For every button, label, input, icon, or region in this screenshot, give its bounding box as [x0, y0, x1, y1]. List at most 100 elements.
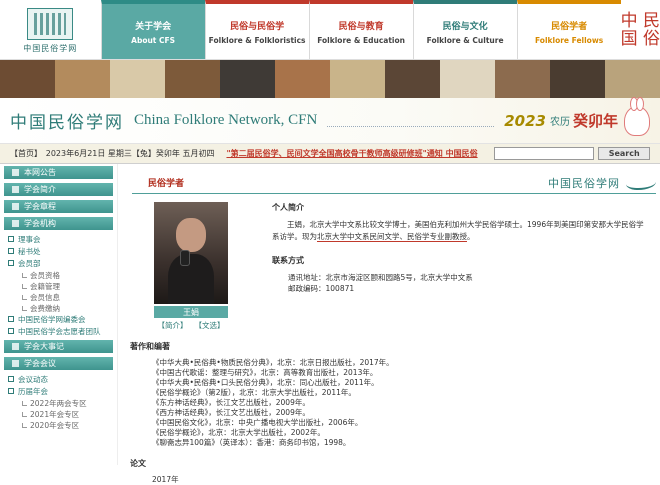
sidebar-item-council[interactable]: 理事会	[8, 234, 113, 244]
contact-heading: 联系方式	[272, 256, 304, 265]
bullet-icon	[12, 169, 19, 176]
contact-address: 通讯地址：北京市海淀区颐和园路5号，北京大学中文系	[288, 273, 473, 282]
section-header: 民俗学者 中国民俗学网	[132, 172, 656, 194]
sidebar-head-label: 学会简介	[24, 185, 56, 194]
tree-branch-icon	[22, 400, 27, 406]
work-item: 《西方神话经典》，长江文艺出版社，2009年。	[152, 408, 310, 417]
bullet-icon	[12, 203, 19, 210]
sidebar-head-meetings[interactable]: 学会会议	[4, 357, 113, 370]
sidebar-item-2022[interactable]: 2022年两会专区	[22, 398, 113, 408]
sidebar-item-label: 历届年会	[18, 386, 48, 396]
site-logo[interactable]: 中国民俗学网	[0, 0, 101, 59]
papers-heading: 论文	[130, 459, 146, 468]
rabbit-mascot-icon	[624, 96, 650, 136]
work-item: 《中华大典•民俗典•口头民俗分典》，北京：同心出版社，2011年。	[152, 378, 379, 387]
bio-text: 王娟，北京大学中文系比较文学博士，美国伯克利加州大学民俗学硕士。1996年到美国…	[272, 219, 648, 243]
tree-branch-icon	[22, 305, 27, 311]
tree-branch-icon	[22, 294, 27, 300]
scholar-name: 王娟	[154, 306, 228, 318]
sidebar-item-dues[interactable]: 会费缴纳	[22, 303, 113, 313]
header-lunar-year: 癸卯年	[572, 112, 618, 130]
sidebar-head-intro[interactable]: 学会简介	[4, 183, 113, 196]
sidebar-head-organization[interactable]: 学会机构	[4, 217, 113, 230]
expand-box-icon	[8, 328, 14, 334]
bullet-icon	[12, 343, 19, 350]
search-input[interactable]	[494, 147, 595, 160]
sidebar-head-events[interactable]: 学会大事记	[4, 340, 113, 353]
nav-folklore[interactable]: 民俗与民俗学 Folklore & Folkloristics	[204, 0, 309, 59]
microphone-icon	[180, 250, 190, 266]
tree-branch-icon	[22, 422, 27, 428]
sidebar-item-secretariat[interactable]: 秘书处	[8, 246, 113, 256]
logo-text: 中国民俗学网	[23, 43, 78, 53]
nav-fellows-en: Folklore Fellows	[534, 35, 604, 45]
sidebar-head-charter[interactable]: 学会章程	[4, 200, 113, 213]
sidebar-item-editorial[interactable]: 中国民俗学网编委会	[8, 314, 113, 324]
sidebar: 本网公告 学会简介 学会章程 学会机构 理事会 秘书处 会员部 会员资格 会籍管…	[0, 164, 118, 465]
top-nav: 中国民俗学网 关于学会 About CFS 民俗与民俗学 Folklore & …	[0, 0, 660, 60]
sidebar-item-annual-meetings[interactable]: 历届年会	[8, 386, 113, 396]
articles-link[interactable]: 【文选】	[195, 320, 225, 331]
sidebar-item-membership[interactable]: 会员资格	[22, 270, 113, 280]
nav-folklore-zh: 民俗与民俗学	[230, 21, 285, 32]
works-section: 著作和编著 《中华大典•民俗典•物质民俗分典》，北京：北京日报出版社，2017年…	[130, 341, 660, 485]
nav-about-en: About CFS	[131, 35, 176, 45]
expand-box-icon	[8, 316, 14, 322]
header-year: 2023	[504, 111, 546, 130]
sidebar-item-member-info[interactable]: 会员信息	[22, 292, 113, 302]
section-logo: 中国民俗学网	[548, 176, 620, 190]
nav-fellows-zh: 民俗学者	[551, 21, 588, 32]
horse-emblem-icon	[626, 176, 656, 190]
sidebar-item-members[interactable]: 会员部	[8, 258, 113, 268]
sidebar-head-label: 学会大事记	[24, 342, 64, 351]
intro-link[interactable]: 【简介】	[158, 320, 188, 331]
nav-culture-en: Folklore & Culture	[426, 35, 504, 45]
tree-branch-icon	[22, 283, 27, 289]
marquee-text[interactable]: "第二届民俗学、民间文学全国高校骨干教师高级研修班"通知 中国民俗	[226, 149, 477, 158]
corner-seal-logo[interactable]: 中 民 国 俗	[621, 0, 660, 59]
nav-culture[interactable]: 民俗与文化 Folklore & Culture	[412, 0, 517, 59]
sidebar-item-label: 中国民俗学会志愿者团队	[18, 326, 101, 336]
expand-box-icon	[8, 388, 14, 394]
nav-education-en: Folklore & Education	[317, 35, 405, 45]
sidebar-item-label: 会员资格	[30, 270, 60, 280]
sidebar-head-label: 学会会议	[24, 359, 56, 368]
nav-about-zh: 关于学会	[135, 21, 172, 32]
news-marquee[interactable]: "第二届民俗学、民间文学全国高校骨干教师高级研修班"通知 中国民俗	[226, 148, 486, 159]
sidebar-item-label: 会费缴纳	[30, 303, 60, 313]
tree-branch-icon	[22, 272, 27, 278]
sidebar-item-2020[interactable]: 2020年会专区	[22, 420, 113, 430]
expand-box-icon	[8, 376, 14, 382]
search-button[interactable]: Search	[598, 147, 650, 160]
section-title: 民俗学者	[148, 179, 185, 189]
sidebar-item-registry[interactable]: 会籍管理	[22, 281, 113, 291]
sidebar-head-announcements[interactable]: 本网公告	[4, 166, 113, 179]
bio-highlight: 北京大学中文系民间文学、民俗学专业副教授	[317, 232, 467, 242]
nav-culture-zh: 民俗与文化	[442, 21, 488, 32]
work-item: 《中华大典•民俗典•物质民俗分典》，北京：北京日报出版社，2017年。	[152, 358, 394, 367]
bullet-icon	[12, 220, 19, 227]
home-link[interactable]: 【首页】	[10, 148, 42, 159]
sidebar-item-label: 会议动态	[18, 374, 48, 384]
sidebar-item-label: 会员信息	[30, 292, 60, 302]
expand-box-icon	[8, 260, 14, 266]
header-divider	[327, 115, 495, 127]
sidebar-item-meeting-news[interactable]: 会议动态	[8, 374, 113, 384]
tree-branch-icon	[22, 411, 27, 417]
info-bar: 【首页】 2023年6月21日 星期三【兔】癸卯年 五月初四 "第二届民俗学、民…	[0, 144, 660, 164]
sidebar-item-2021[interactable]: 2021年会专区	[22, 409, 113, 419]
sidebar-item-label: 中国民俗学网编委会	[18, 314, 86, 324]
sidebar-item-label: 理事会	[18, 234, 41, 244]
contact-postcode: 邮政编码：100871	[288, 284, 355, 293]
nav-education[interactable]: 民俗与教育 Folklore & Education	[308, 0, 413, 59]
sidebar-head-label: 学会机构	[24, 219, 56, 228]
paper-year: 2017年	[152, 475, 179, 484]
nav-fellows[interactable]: 民俗学者 Folklore Fellows	[516, 0, 621, 59]
sidebar-head-label: 学会章程	[24, 202, 56, 211]
nav-folklore-en: Folklore & Folkloristics	[208, 35, 306, 45]
sidebar-item-volunteers[interactable]: 中国民俗学会志愿者团队	[8, 326, 113, 336]
logo-emblem-icon	[27, 7, 74, 40]
nav-about[interactable]: 关于学会 About CFS	[100, 0, 205, 59]
expand-box-icon	[8, 236, 14, 242]
work-item: 《民俗学概论》，北京：北京大学出版社，2002年。	[152, 428, 325, 437]
